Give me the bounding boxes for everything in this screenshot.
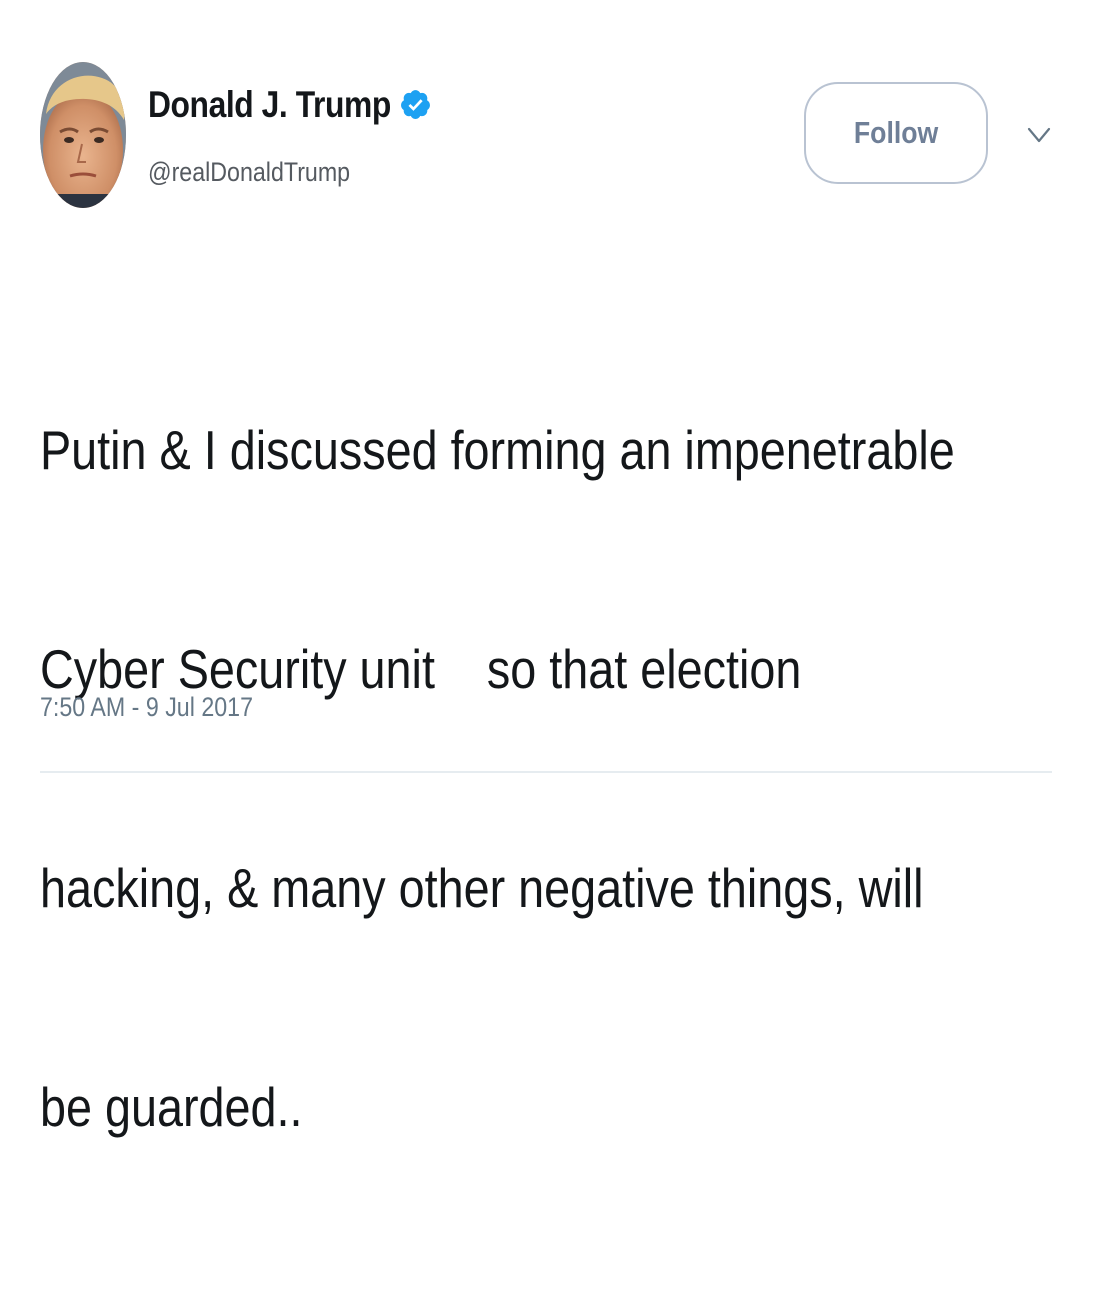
display-name[interactable]: Donald J. Trump [148,84,391,126]
tweet-text-line: be guarded.. [40,1076,303,1138]
verified-badge-icon [399,88,432,121]
tweet-card: Donald J. Trump @realDonaldTrump Follow … [0,0,1100,1138]
avatar[interactable] [40,62,126,208]
tweet-text: Putin & I discussed forming an impenetra… [40,268,1060,1290]
follow-label: Follow [853,115,939,150]
user-handle[interactable]: @realDonaldTrump [148,157,350,188]
tweet-text-line: hacking, & many other negative things, w… [40,857,924,919]
chevron-down-icon[interactable] [1026,124,1052,146]
follow-button[interactable]: Follow [804,82,988,184]
tweet-timestamp[interactable]: 7:50 AM - 9 Jul 2017 [40,692,253,723]
user-name-row[interactable]: Donald J. Trump [148,80,430,130]
divider [40,771,1052,773]
tweet-text-line: Putin & I discussed forming an impenetra… [40,419,955,481]
